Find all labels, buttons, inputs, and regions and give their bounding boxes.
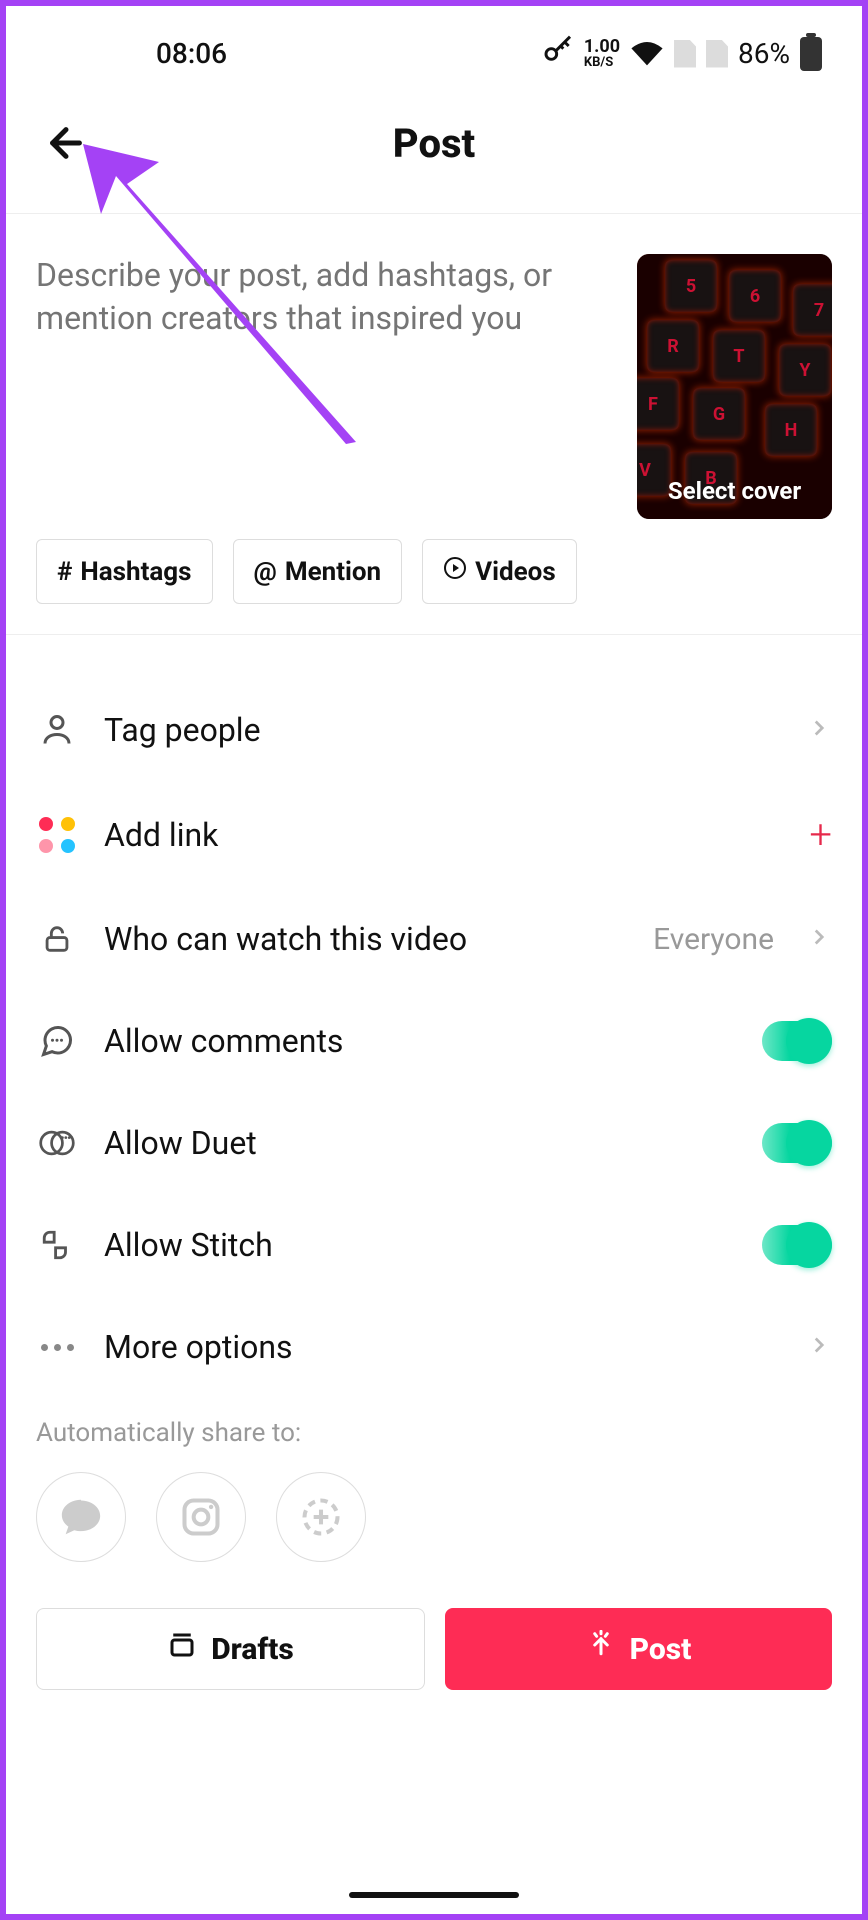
cover-thumbnail[interactable]: 5 6 7 R T Y F G H V B Select cover (637, 254, 832, 519)
more-icon (36, 1326, 78, 1368)
share-sms-button[interactable] (36, 1472, 126, 1562)
back-button[interactable] (36, 113, 96, 173)
allow-stitch-label: Allow Stitch (104, 1226, 736, 1264)
videos-chip-label: Videos (475, 557, 556, 587)
allow-duet-label: Allow Duet (104, 1124, 736, 1162)
add-link-label: Add link (104, 816, 783, 854)
comment-icon (36, 1020, 78, 1062)
wifi-icon (630, 41, 664, 67)
share-label: Automatically share to: (36, 1418, 832, 1448)
post-button[interactable]: Post (445, 1608, 832, 1690)
allow-duet-row: Allow Duet (36, 1092, 832, 1194)
chevron-right-icon (806, 924, 832, 954)
play-circle-icon (443, 556, 467, 587)
more-options-label: More options (104, 1328, 780, 1366)
allow-stitch-row: Allow Stitch (36, 1194, 832, 1296)
page-title: Post (393, 120, 475, 167)
apps-icon (36, 814, 78, 856)
add-link-row[interactable]: Add link + (36, 781, 832, 888)
more-options-row[interactable]: More options (36, 1296, 832, 1398)
privacy-value: Everyone (653, 922, 774, 957)
drafts-label: Drafts (211, 1632, 294, 1667)
hash-icon: # (57, 557, 72, 587)
allow-stitch-toggle[interactable] (762, 1225, 832, 1265)
plus-icon: + (809, 811, 832, 858)
status-right: 1.00 KB/S 86% (542, 34, 822, 73)
hashtags-chip[interactable]: # Hashtags (36, 539, 213, 604)
vpn-key-icon (542, 34, 574, 73)
sim-icon-1 (674, 40, 696, 68)
share-instagram-button[interactable] (156, 1472, 246, 1562)
at-icon: @ (254, 557, 277, 587)
chevron-right-icon (806, 1332, 832, 1362)
stitch-icon (36, 1224, 78, 1266)
tag-people-label: Tag people (104, 711, 780, 749)
status-time: 08:06 (46, 37, 227, 70)
privacy-label: Who can watch this video (104, 920, 627, 958)
battery-percent: 86% (738, 37, 790, 70)
bottom-buttons: Drafts Post (6, 1562, 862, 1720)
tag-people-row[interactable]: Tag people (36, 679, 832, 781)
post-icon (586, 1630, 616, 1668)
hashtags-chip-label: Hashtags (80, 557, 191, 587)
home-indicator (349, 1892, 519, 1898)
allow-comments-row: Allow comments (36, 990, 832, 1092)
drafts-button[interactable]: Drafts (36, 1608, 425, 1690)
battery-icon (800, 37, 822, 71)
duet-icon (36, 1122, 78, 1164)
share-story-button[interactable] (276, 1472, 366, 1562)
allow-duet-toggle[interactable] (762, 1123, 832, 1163)
videos-chip[interactable]: Videos (422, 539, 577, 604)
sim-icon-2 (706, 40, 728, 68)
lock-icon (36, 918, 78, 960)
mention-chip-label: Mention (285, 557, 381, 587)
network-speed: 1.00 KB/S (584, 38, 620, 69)
allow-comments-toggle[interactable] (762, 1021, 832, 1061)
share-row (36, 1472, 832, 1562)
select-cover-label: Select cover (637, 477, 832, 505)
header: Post (6, 83, 862, 213)
share-section: Automatically share to: (6, 1408, 862, 1562)
chips-row: # Hashtags @ Mention Videos (6, 539, 862, 634)
drafts-icon (167, 1630, 197, 1668)
status-bar: 08:06 1.00 KB/S 86% (6, 6, 862, 83)
caption-input[interactable] (36, 254, 617, 474)
privacy-row[interactable]: Who can watch this video Everyone (36, 888, 832, 990)
post-label: Post (630, 1632, 692, 1667)
mention-chip[interactable]: @ Mention (233, 539, 403, 604)
person-icon (36, 709, 78, 751)
caption-area: 5 6 7 R T Y F G H V B Select cover (6, 214, 862, 539)
allow-comments-label: Allow comments (104, 1022, 736, 1060)
chevron-right-icon (806, 715, 832, 745)
options-list: Tag people Add link + Who can watch this… (6, 635, 862, 1408)
